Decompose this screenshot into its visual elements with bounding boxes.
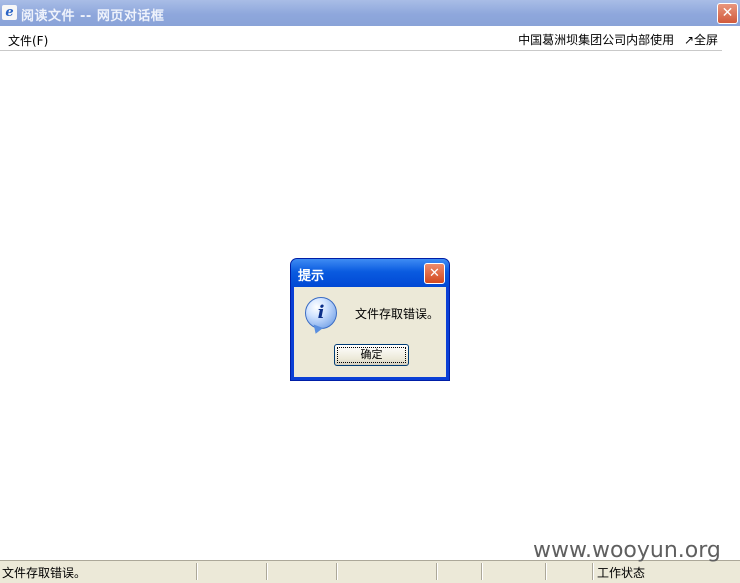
internal-use-notice: 中国葛洲坝集团公司内部使用 [518, 33, 675, 47]
status-divider [481, 563, 482, 580]
info-icon: i [305, 297, 337, 329]
status-divider [545, 563, 546, 580]
status-divider [592, 563, 593, 580]
window-close-button[interactable]: ✕ [717, 3, 738, 24]
status-divider [266, 563, 267, 580]
window-title: 阅读文件 -- 网页对话框 [21, 9, 165, 24]
status-divider [436, 563, 437, 580]
menu-bar: 文件(F) 中国葛洲坝集团公司内部使用 ↗全屏 [0, 26, 722, 51]
menu-file[interactable]: 文件(F) [8, 32, 48, 49]
alert-body: i 文件存取错误。 确定 [294, 287, 446, 377]
status-text: 文件存取错误。 [2, 566, 87, 580]
right-edge [722, 26, 740, 558]
ok-button[interactable]: 确定 [334, 344, 409, 366]
alert-title: 提示 [298, 269, 325, 284]
alert-title-bar: 提示 ✕ [291, 259, 449, 287]
status-bar: 文件存取错误。 工作状态 [0, 560, 740, 583]
alert-message: 文件存取错误。 [355, 307, 440, 321]
status-divider [336, 563, 337, 580]
fullscreen-link[interactable]: ↗全屏 [684, 31, 718, 48]
work-status: 工作状态 [597, 566, 646, 580]
watermark: www.wooyun.org [533, 538, 721, 563]
ie-icon: e [2, 5, 17, 20]
window-title-bar: e 阅读文件 -- 网页对话框 ✕ [0, 0, 740, 26]
alert-close-button[interactable]: ✕ [424, 263, 445, 284]
status-divider [196, 563, 197, 580]
menu-right-area: 中国葛洲坝集团公司内部使用 ↗全屏 [518, 31, 718, 48]
alert-dialog: 提示 ✕ i 文件存取错误。 确定 [291, 259, 449, 380]
